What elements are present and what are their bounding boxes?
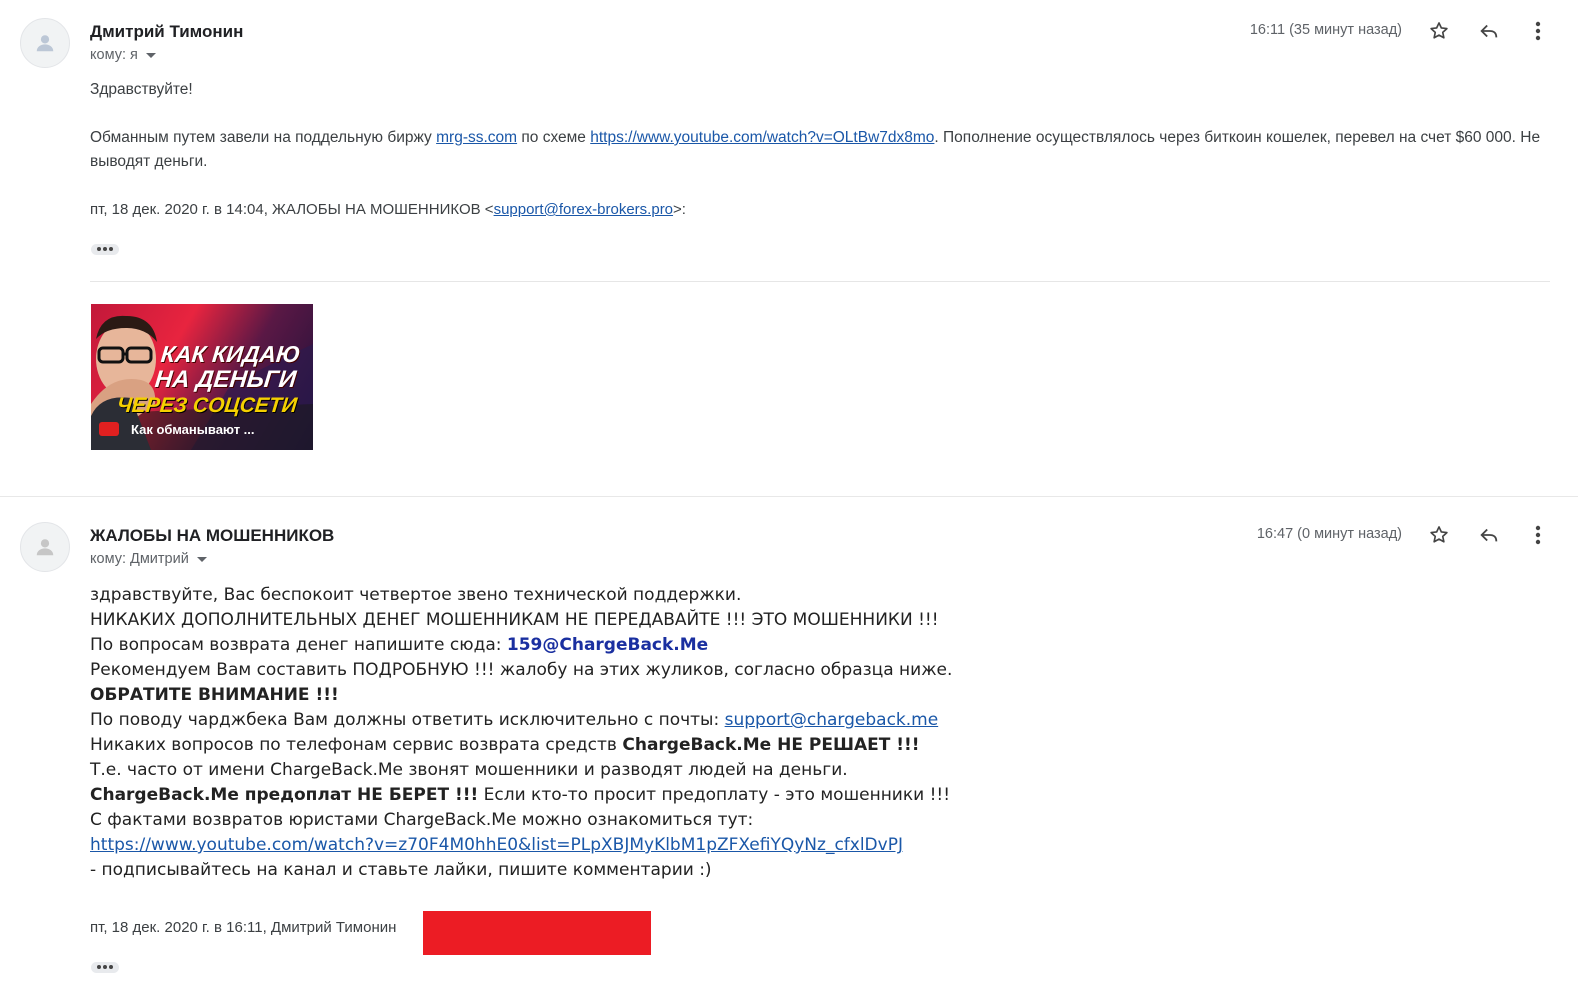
greeting: Здравствуйте! xyxy=(90,81,193,98)
chevron-down-icon[interactable] xyxy=(145,52,156,58)
attachment-divider xyxy=(90,281,1550,282)
show-trimmed-button[interactable] xyxy=(91,238,119,256)
youtube-link[interactable]: https://www.youtube.com/watch?v=OLtBw7dx… xyxy=(590,129,934,146)
text-segment: Обманным путем завели на поддельную бирж… xyxy=(90,129,437,146)
sender-avatar[interactable] xyxy=(20,522,70,572)
message-divider xyxy=(0,496,1578,497)
person-icon xyxy=(36,35,54,52)
recipient-label: кому: Дмитрий xyxy=(90,551,189,567)
thumbnail-caption: Как обманывают ... xyxy=(131,422,255,437)
more-vert-icon[interactable] xyxy=(1525,522,1551,548)
chargeback-email-link[interactable]: 159@ChargeBack.Me xyxy=(507,635,708,655)
reply-icon[interactable] xyxy=(1476,522,1502,548)
thumbnail-title-3: ЧЕРЕЗ СОЦСЕТИ xyxy=(115,394,299,417)
body-line: здравствуйте, Вас беспокоит четвертое зв… xyxy=(90,585,742,605)
sender-avatar[interactable] xyxy=(20,18,70,68)
text-segment: ChargeBack.Me НЕ РЕШАЕТ !!! xyxy=(622,735,920,755)
message-body: здравствуйте, Вас беспокоит четвертое зв… xyxy=(90,583,1390,883)
quote-header: пт, 18 дек. 2020 г. в 14:04, ЖАЛОБЫ НА М… xyxy=(90,198,1545,222)
text-segment: Никаких вопросов по телефонам сервис воз… xyxy=(90,735,623,755)
body-line: По вопросам возврата денег напишите сюда… xyxy=(90,633,1390,658)
text-segment: >: xyxy=(673,201,686,218)
text-segment: Если кто-то просит предоплату - это моше… xyxy=(478,785,951,805)
text-segment: По поводу чарджбека Вам должны ответить … xyxy=(90,710,725,730)
message-time: 16:11 (35 минут назад) xyxy=(1249,22,1402,38)
text-segment: ChargeBack.Me предоплат НЕ БЕРЕТ !!! xyxy=(90,785,479,805)
body-line: https://www.youtube.com/watch?v=z70F4M0h… xyxy=(90,833,1390,858)
body-line: По поводу чарджбека Вам должны ответить … xyxy=(90,708,1390,733)
more-vert-icon[interactable] xyxy=(1525,18,1551,44)
recipient-label: кому: я xyxy=(90,47,138,63)
ellipsis-icon[interactable] xyxy=(91,243,119,255)
recipient-line[interactable]: кому: я xyxy=(90,47,156,63)
ellipsis-icon[interactable] xyxy=(91,961,119,973)
person-icon xyxy=(36,539,54,556)
support-email-link[interactable]: support@chargeback.me xyxy=(725,710,939,730)
recipient-line[interactable]: кому: Дмитрий xyxy=(90,551,207,567)
star-icon[interactable] xyxy=(1426,18,1452,44)
text-segment: по схеме xyxy=(517,129,591,146)
message-body: Здравствуйте! Обманным путем завели на п… xyxy=(90,78,1545,222)
reply-icon[interactable] xyxy=(1476,18,1502,44)
body-line: НИКАКИХ ДОПОЛНИТЕЛЬНЫХ ДЕНЕГ МОШЕННИКАМ … xyxy=(90,610,939,630)
message-time: 16:47 (0 минут назад) xyxy=(1256,526,1402,542)
body-line: ОБРАТИТЕ ВНИМАНИЕ !!! xyxy=(90,685,339,705)
text-segment: пт, 18 дек. 2020 г. в 14:04, ЖАЛОБЫ НА М… xyxy=(90,201,494,218)
youtube-playlist-link[interactable]: https://www.youtube.com/watch?v=z70F4M0h… xyxy=(90,835,903,855)
text-segment: По вопросам возврата денег напишите сюда… xyxy=(90,635,507,655)
body-line: Т.е. часто от имени ChargeBack.Me звонят… xyxy=(90,760,848,780)
sender-name: ЖАЛОБЫ НА МОШЕННИКОВ xyxy=(90,526,335,545)
complaint-paragraph: Обманным путем завели на поддельную бирж… xyxy=(90,126,1545,174)
star-icon[interactable] xyxy=(1426,522,1452,548)
thumbnail-title-2: НА ДЕНЬГИ xyxy=(153,366,298,393)
show-trimmed-button[interactable] xyxy=(91,956,119,974)
body-line: Никаких вопросов по телефонам сервис воз… xyxy=(90,733,1390,758)
body-line: Рекомендуем Вам составить ПОДРОБНУЮ !!! … xyxy=(90,660,953,680)
body-line: - подписывайтесь на канал и ставьте лайк… xyxy=(90,860,712,880)
redacted-block xyxy=(423,911,651,955)
body-line: С фактами возвратов юристами ChargeBack.… xyxy=(90,810,754,830)
chevron-down-icon[interactable] xyxy=(196,556,207,562)
email-link[interactable]: support@forex-brokers.pro xyxy=(494,201,673,218)
video-thumbnail[interactable]: КАК КИДАЮ НА ДЕНЬГИ ЧЕРЕЗ СОЦСЕТИ Как об… xyxy=(91,304,313,450)
site-link[interactable]: mrg-ss.com xyxy=(436,129,517,146)
sender-name: Дмитрий Тимонин xyxy=(90,22,244,41)
body-line: ChargeBack.Me предоплат НЕ БЕРЕТ !!! Есл… xyxy=(90,783,1390,808)
quote-header: пт, 18 дек. 2020 г. в 16:11, Дмитрий Тим… xyxy=(90,919,397,936)
thumbnail-title-1: КАК КИДАЮ xyxy=(159,341,302,367)
